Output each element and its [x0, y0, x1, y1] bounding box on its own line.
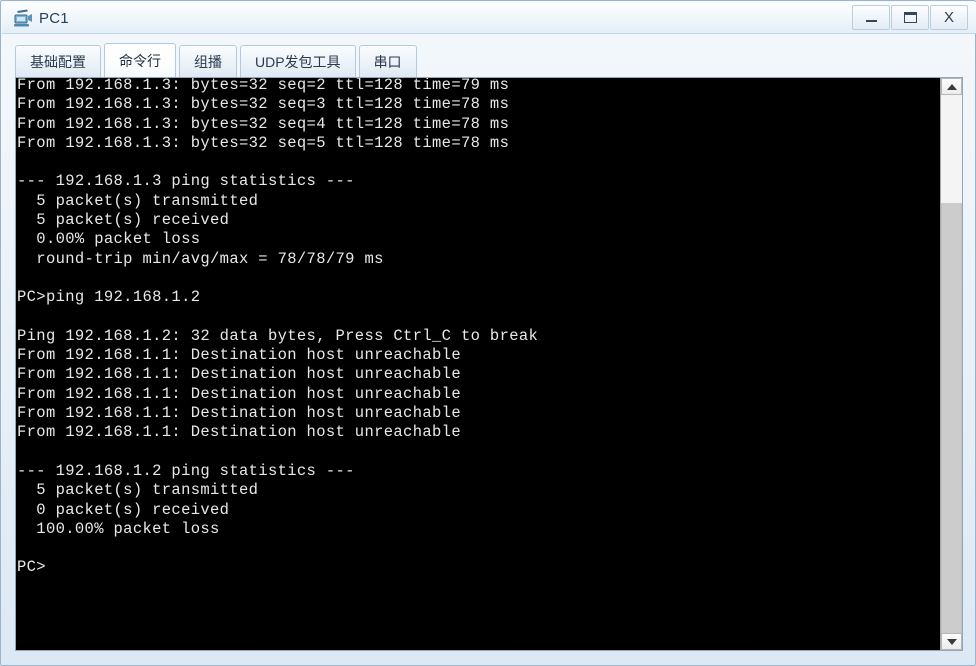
scroll-up-button[interactable] [941, 78, 962, 95]
tab-serial-port[interactable]: 串口 [358, 45, 417, 77]
terminal-line: From 192.168.1.1: Destination host unrea… [17, 346, 461, 365]
tab-label: 基础配置 [30, 53, 86, 70]
maximize-icon [903, 12, 917, 23]
terminal-line: From 192.168.1.1: Destination host unrea… [17, 423, 461, 442]
terminal-line: --- 192.168.1.2 ping statistics --- [17, 461, 355, 480]
scrollbar-thumb[interactable] [941, 202, 962, 633]
title-bar: PC1 X [2, 2, 976, 34]
close-button[interactable]: X [930, 5, 968, 30]
terminal-line: 0.00% packet loss [17, 230, 201, 249]
tab-label: 串口 [373, 53, 402, 70]
tab-multicast[interactable]: 组播 [179, 45, 237, 77]
terminal-line: Ping 192.168.1.2: 32 data bytes, Press C… [17, 326, 539, 345]
tab-udp-tool[interactable]: UDP发包工具 [240, 45, 356, 77]
window-title: PC1 [39, 9, 69, 27]
tab-label: 命令行 [119, 52, 161, 69]
terminal-line: 0 packet(s) received [17, 500, 230, 519]
tab-label: UDP发包工具 [255, 53, 341, 70]
terminal-line: 5 packet(s) transmitted [17, 191, 259, 210]
terminal-line: 100.00% packet loss [17, 519, 220, 538]
terminal-line: From 192.168.1.1: Destination host unrea… [17, 365, 461, 384]
terminal-line: From 192.168.1.3: bytes=32 seq=5 ttl=128… [17, 133, 510, 152]
tab-label: 组播 [194, 53, 222, 70]
tab-bar: 基础配置 命令行 组播 UDP发包工具 串口 [15, 43, 963, 77]
chevron-up-icon [946, 83, 957, 90]
terminal-line: From 192.168.1.3: bytes=32 seq=4 ttl=128… [17, 114, 510, 133]
close-icon: X [943, 9, 954, 26]
terminal-line: From 192.168.1.1: Destination host unrea… [17, 384, 461, 403]
terminal-line: From 192.168.1.1: Destination host unrea… [17, 404, 461, 423]
title-bar-left: PC1 [12, 6, 69, 30]
terminal-line: --- 192.168.1.3 ping statistics --- [17, 172, 355, 191]
tab-basic-config[interactable]: 基础配置 [15, 45, 101, 77]
scroll-down-button[interactable] [941, 633, 962, 650]
terminal-scrollbar[interactable] [940, 78, 962, 650]
terminal-line: 5 packet(s) received [17, 211, 230, 230]
terminal-line: From 192.168.1.3: bytes=32 seq=2 ttl=128… [17, 78, 510, 94]
terminal-line: round-trip min/avg/max = 78/78/79 ms [17, 249, 384, 268]
terminal-line: From 192.168.1.3: bytes=32 seq=3 ttl=128… [17, 95, 510, 114]
tab-command-line[interactable]: 命令行 [104, 43, 176, 77]
pc-device-icon [12, 8, 34, 28]
scrollbar-track[interactable] [941, 95, 962, 633]
maximize-button[interactable] [891, 5, 929, 30]
terminal-line: PC> [17, 558, 46, 577]
chevron-down-icon [946, 638, 957, 645]
pc1-window: PC1 X 基础配置 命令行 组播 UDP发包工具 串口 From 192.16… [0, 0, 976, 666]
terminal-text: From 192.168.1.3: bytes=32 seq=2 ttl=128… [17, 78, 538, 578]
terminal-line: PC>ping 192.168.1.2 [17, 288, 201, 307]
terminal-output[interactable]: From 192.168.1.3: bytes=32 seq=2 ttl=128… [16, 78, 940, 650]
minimize-icon [865, 20, 877, 22]
window-controls: X [852, 5, 968, 30]
minimize-button[interactable] [852, 5, 890, 30]
terminal-line: 5 packet(s) transmitted [17, 481, 259, 500]
terminal-panel: From 192.168.1.3: bytes=32 seq=2 ttl=128… [15, 77, 963, 651]
